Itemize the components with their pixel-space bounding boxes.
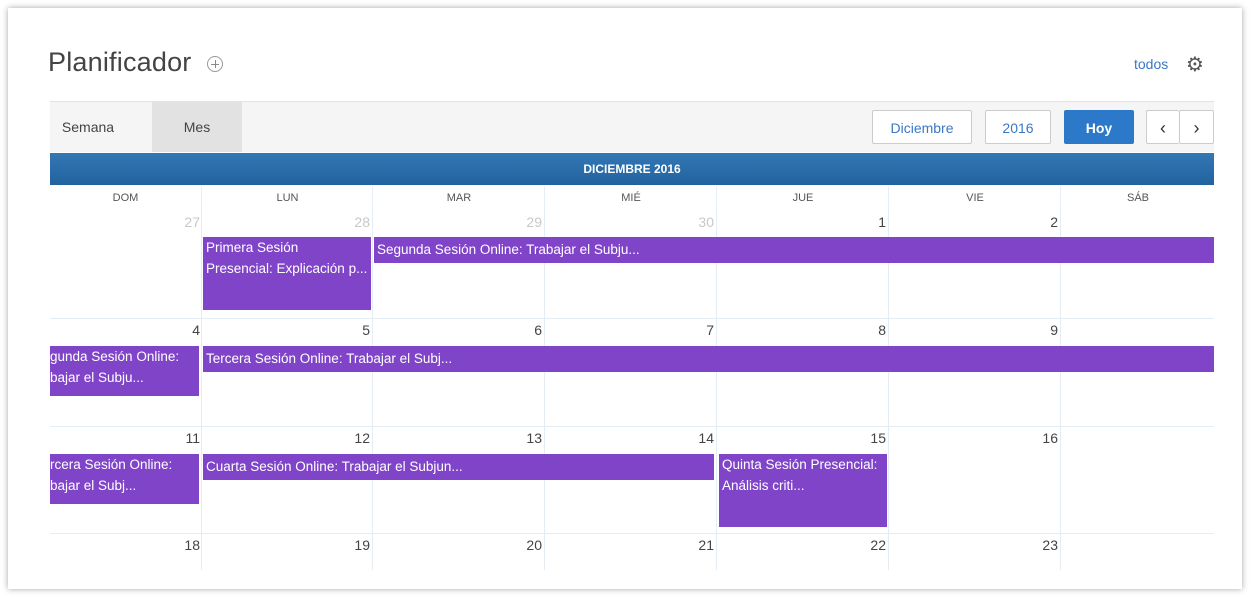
date-cell-number[interactable]: 21 [674,537,714,553]
event-title: Segunda Sesión Online: Trabajar el Subju… [377,242,640,257]
event-title: Tercera Sesión Online: Trabajar el Subj.… [206,351,453,366]
today-button[interactable]: Hoy [1064,110,1134,144]
date-cell-number[interactable]: 22 [846,537,886,553]
event-title: rcera Sesión Online: bajar el Subj... [50,457,173,493]
date-cell-number[interactable]: 9 [1018,322,1058,338]
date-cell-number[interactable]: 23 [1018,537,1058,553]
event-quinta-sesion[interactable]: Quinta Sesión Presencial: Análisis criti… [719,454,887,527]
event-segunda-sesion[interactable]: Segunda Sesión Online: Trabajar el Subju… [374,237,1214,263]
date-cell-number[interactable]: 8 [846,322,886,338]
grid-column-divider [1060,210,1061,570]
weekday-mie: MIÉ [544,186,717,210]
weekday-jue: JUE [716,186,889,210]
tab-week[interactable]: Semana [50,102,126,152]
date-cell-number[interactable]: 18 [160,537,200,553]
date-cell-number[interactable]: 19 [330,537,370,553]
chevron-left-icon: ‹ [1160,118,1166,138]
date-cell-number[interactable]: 20 [502,537,542,553]
event-segunda-sesion-continued[interactable]: gunda Sesión Online: bajar el Subju... [50,346,199,396]
event-title: Cuarta Sesión Online: Trabajar el Subjun… [206,459,463,474]
grid-column-divider [716,210,717,570]
date-cell-number[interactable]: 11 [160,430,200,446]
month-select-button[interactable]: Diciembre [872,110,972,144]
event-title: gunda Sesión Online: bajar el Subju... [50,349,180,385]
date-cell-number[interactable]: 4 [160,322,200,338]
date-cell-number[interactable]: 16 [1018,430,1058,446]
weekday-sab: SÁB [1060,186,1215,210]
date-cell-number[interactable]: 6 [502,322,542,338]
weekday-mar: MAR [372,186,545,210]
grid-row-divider [50,318,1214,319]
next-month-button[interactable]: › [1179,110,1214,144]
weekday-lun: LUN [201,186,373,210]
grid-column-divider [201,210,202,570]
prev-month-button[interactable]: ‹ [1146,110,1179,144]
todos-link[interactable]: todos [1134,56,1168,72]
date-cell-number[interactable]: 27 [160,214,200,230]
event-tercera-sesion[interactable]: Tercera Sesión Online: Trabajar el Subj.… [203,346,1214,372]
event-cuarta-sesion[interactable]: Cuarta Sesión Online: Trabajar el Subjun… [203,454,714,480]
date-cell-number[interactable]: 12 [330,430,370,446]
date-cell-number[interactable]: 15 [846,430,886,446]
month-title-bar: DICIEMBRE 2016 [50,153,1214,185]
page-title: Planificador [48,47,192,77]
month-grid: 27 28 29 30 1 2 4 5 6 7 8 9 11 12 13 14 … [50,210,1214,590]
year-select-button[interactable]: 2016 [985,110,1051,144]
date-cell-number[interactable]: 1 [846,214,886,230]
event-tercera-sesion-continued[interactable]: rcera Sesión Online: bajar el Subj... [50,454,199,504]
weekday-dom: DOM [112,192,139,204]
event-primera-sesion[interactable]: Primera Sesión Presencial: Explicación p… [203,237,371,310]
date-cell-number[interactable]: 7 [674,322,714,338]
date-cell-number[interactable]: 5 [330,322,370,338]
calendar-toolbar: Semana Mes Diciembre 2016 Hoy ‹ › [50,101,1214,152]
add-circle-icon[interactable] [207,56,223,72]
event-title: Primera Sesión Presencial: Explicación p… [206,240,368,276]
date-cell-number[interactable]: 29 [502,214,542,230]
date-cell-number[interactable]: 28 [330,214,370,230]
tab-month[interactable]: Mes [152,102,242,152]
event-title: Quinta Sesión Presencial: Análisis criti… [722,457,878,493]
weekday-header: DOM LUN MAR MIÉ JUE VIE SÁB [50,186,1214,210]
chevron-right-icon: › [1193,118,1200,138]
grid-column-divider [888,210,889,570]
date-cell-number[interactable]: 14 [674,430,714,446]
grid-row-divider [50,426,1214,427]
gear-icon[interactable]: ⚙ [1186,52,1204,77]
date-cell-number[interactable]: 2 [1018,214,1058,230]
weekday-vie: VIE [888,186,1061,210]
grid-column-divider [544,210,545,570]
date-cell-number[interactable]: 13 [502,430,542,446]
grid-row-divider [50,533,1214,534]
date-cell-number[interactable]: 30 [674,214,714,230]
grid-column-divider [372,210,373,570]
